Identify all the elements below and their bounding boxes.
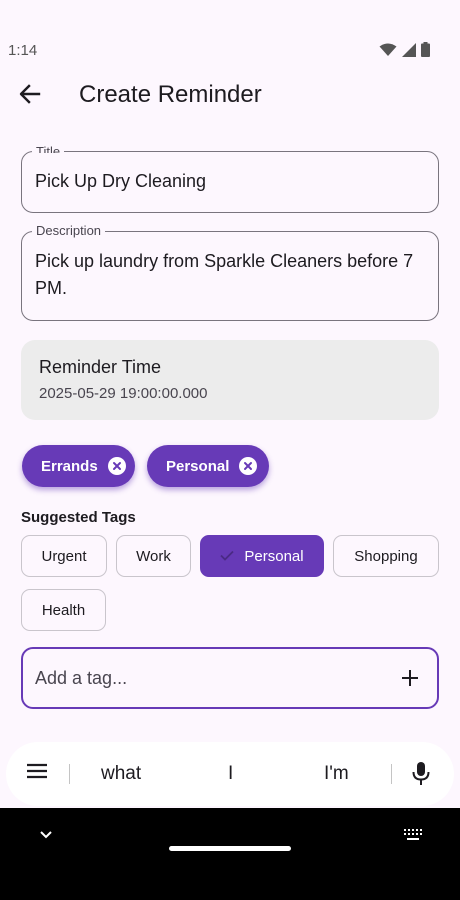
description-field[interactable]: Description Pick up laundry from Sparkle… xyxy=(21,224,439,321)
battery-icon xyxy=(421,42,430,62)
system-nav-bar xyxy=(0,808,460,900)
back-button[interactable] xyxy=(14,80,46,112)
selected-tag-label: Errands xyxy=(41,457,98,475)
close-circle-icon[interactable] xyxy=(107,457,126,475)
add-tag-button[interactable] xyxy=(397,665,423,691)
selected-tag-label: Personal xyxy=(166,457,230,475)
check-icon xyxy=(220,548,235,565)
keyboard-suggestion[interactable]: I xyxy=(228,763,233,785)
title-field[interactable]: Title Pick Up Dry Cleaning xyxy=(21,145,439,213)
keyboard-suggestion-bar: what I I'm xyxy=(6,742,454,806)
status-icons xyxy=(379,42,430,62)
suggested-tag-urgent[interactable]: Urgent xyxy=(21,535,107,577)
reminder-time-card[interactable]: Reminder Time 2025-05-29 19:00:00.000 xyxy=(21,340,439,420)
selected-tag-chip: Errands xyxy=(22,445,135,487)
suggested-tag-work[interactable]: Work xyxy=(116,535,191,577)
add-tag-field xyxy=(21,647,439,709)
tag-label: Personal xyxy=(244,547,304,565)
app-bar: Create Reminder xyxy=(0,70,460,122)
keyboard-icon[interactable] xyxy=(402,828,424,847)
menu-icon[interactable] xyxy=(26,762,48,785)
divider xyxy=(69,764,70,784)
microphone-icon[interactable] xyxy=(411,761,431,792)
tag-label: Work xyxy=(136,547,171,565)
suggested-tag-health[interactable]: Health xyxy=(21,589,106,631)
description-field-label: Description xyxy=(32,224,106,238)
title-field-value: Pick Up Dry Cleaning xyxy=(35,171,207,191)
wifi-icon xyxy=(379,43,397,62)
tag-label: Urgent xyxy=(41,547,87,565)
title-field-label: Title xyxy=(32,145,65,153)
home-handle[interactable] xyxy=(169,846,291,851)
plus-icon xyxy=(402,670,418,686)
close-circle-icon[interactable] xyxy=(239,457,258,475)
selected-tag-chip: Personal xyxy=(147,445,269,487)
tag-label: Health xyxy=(41,601,86,619)
arrow-left-icon xyxy=(19,83,41,110)
add-tag-input[interactable] xyxy=(35,663,375,693)
keyboard-suggestion[interactable]: what xyxy=(101,763,141,785)
reminder-time-value: 2025-05-29 19:00:00.000 xyxy=(39,385,208,402)
divider xyxy=(391,764,392,784)
chevron-down-icon[interactable] xyxy=(38,828,54,846)
suggested-tag-personal[interactable]: Personal xyxy=(200,535,324,577)
signal-icon xyxy=(402,42,416,62)
tag-label: Shopping xyxy=(354,547,418,565)
suggested-tag-shopping[interactable]: Shopping xyxy=(333,535,439,577)
status-time: 1:14 xyxy=(8,42,38,59)
keyboard-suggestion[interactable]: I'm xyxy=(324,763,349,785)
suggested-tags-heading: Suggested Tags xyxy=(21,509,136,526)
page-title: Create Reminder xyxy=(79,81,262,108)
reminder-time-label: Reminder Time xyxy=(39,357,162,377)
description-field-value: Pick up laundry from Sparkle Cleaners be… xyxy=(35,251,414,298)
